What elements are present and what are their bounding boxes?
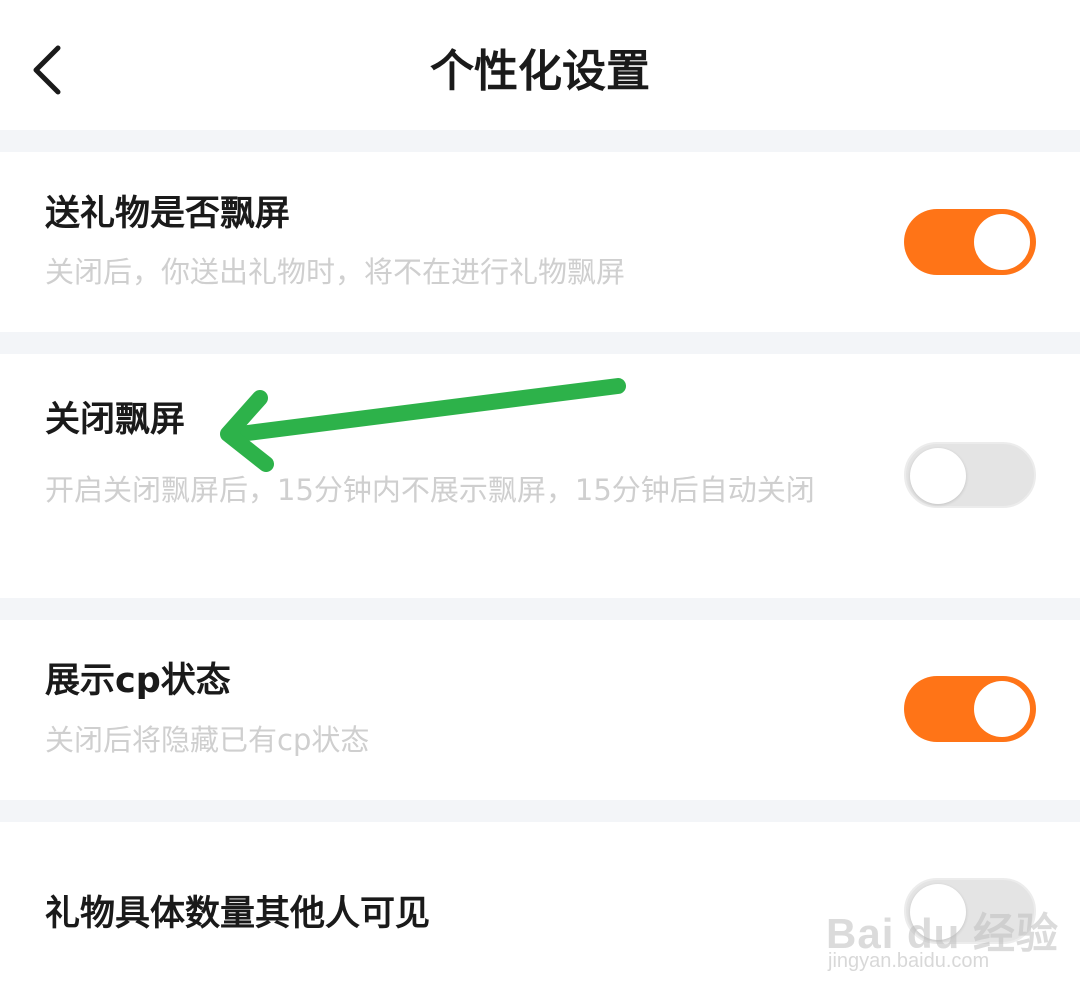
section-divider xyxy=(0,130,1080,152)
section-divider xyxy=(0,800,1080,822)
setting-title: 展示cp状态 xyxy=(45,661,231,701)
page-title: 个性化设置 xyxy=(430,46,650,97)
setting-description: 关闭后，你送出礼物时，将不在进行礼物飘屏 xyxy=(45,255,626,289)
setting-row-cp-status: 展示cp状态 关闭后将隐藏已有cp状态 xyxy=(0,620,1080,800)
toggle-knob xyxy=(910,448,966,504)
section-divider xyxy=(0,332,1080,354)
gift-float-toggle[interactable] xyxy=(904,209,1036,275)
setting-title: 送礼物是否飘屏 xyxy=(45,194,291,234)
header-bar: 个性化设置 xyxy=(0,0,1080,130)
watermark-url: jingyan.baidu.com xyxy=(828,950,990,972)
setting-description: 开启关闭飘屏后，15分钟内不展示飘屏，15分钟后自动关闭 xyxy=(45,473,815,507)
baidu-watermark: Bai du 经验 jingyan.baidu.com xyxy=(826,880,1066,990)
setting-description: 关闭后将隐藏已有cp状态 xyxy=(45,723,370,757)
toggle-knob xyxy=(974,214,1030,270)
close-float-toggle[interactable] xyxy=(904,442,1036,508)
setting-row-gift-float: 送礼物是否飘屏 关闭后，你送出礼物时，将不在进行礼物飘屏 xyxy=(0,152,1080,332)
setting-title: 关闭飘屏 xyxy=(45,400,186,440)
section-divider xyxy=(0,598,1080,620)
setting-title: 礼物具体数量其他人可见 xyxy=(45,894,431,934)
setting-row-close-float: 关闭飘屏 开启关闭飘屏后，15分钟内不展示飘屏，15分钟后自动关闭 xyxy=(0,354,1080,598)
cp-status-toggle[interactable] xyxy=(904,676,1036,742)
toggle-knob xyxy=(974,681,1030,737)
